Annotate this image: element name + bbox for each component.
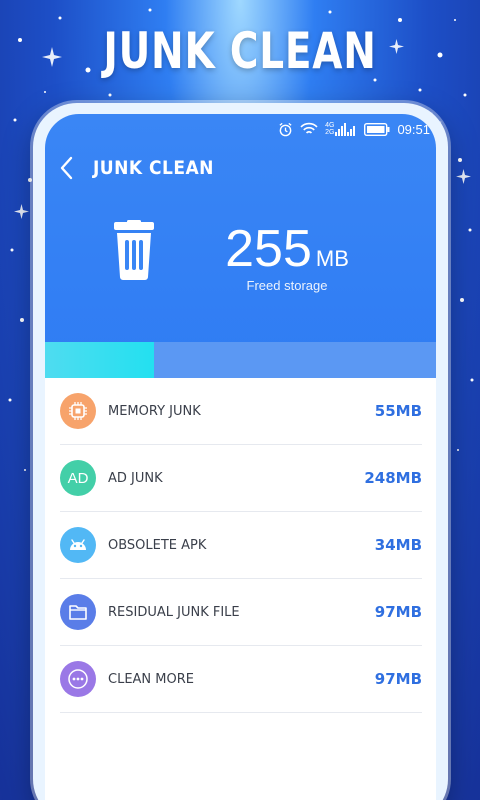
promo-title: JUNK CLEAN [103,22,377,80]
junk-item-label: OBSOLETE APK [108,537,207,553]
network-label-4g: 4G [325,122,335,129]
junk-item-size: 97MB [374,603,422,621]
more-icon-glyph [68,669,88,689]
chevron-left-icon [60,156,73,180]
junk-list: MEMORY JUNK 55MB AD AD JUNK 248MB OBSOLE… [60,378,422,713]
freed-storage-value: 255 MB [217,222,357,276]
junk-item-obsolete-apk[interactable]: OBSOLETE APK 34MB [60,512,422,579]
ad-icon-text: AD [67,469,89,487]
more-icon [60,661,96,697]
folder-icon-glyph [69,605,87,620]
android-icon-glyph [70,539,86,550]
chip-icon-glyph [69,402,87,420]
battery-icon [364,122,390,136]
freed-storage-label: Freed storage [246,278,328,293]
wifi-icon [300,122,318,134]
back-button[interactable] [59,154,81,182]
junk-item-size: 97MB [374,670,422,688]
junk-item-label: CLEAN MORE [108,671,194,687]
header-panel: 4G 2G 09:51 JUNK CLEAN 255 MB Freed stor… [45,114,436,378]
network-label-2g: 2G [325,129,335,136]
freed-amount: 255 [225,220,312,278]
junk-item-size: 34MB [374,536,422,554]
status-bar: 4G 2G 09:51 [278,120,430,138]
clean-progress-fill [45,342,155,378]
ad-icon: AD [60,460,96,496]
junk-item-label: RESIDUAL JUNK FILE [108,604,240,620]
trash-icon [114,220,154,280]
junk-item-label: AD JUNK [108,470,163,486]
junk-item-label: MEMORY JUNK [108,403,201,419]
clean-progress-bar [45,342,436,378]
cellular-signal: 4G 2G [325,122,357,136]
junk-item-memory-junk[interactable]: MEMORY JUNK 55MB [60,378,422,445]
alarm-icon [279,122,292,136]
signal-icon [335,123,356,136]
junk-item-size: 248MB [364,469,422,487]
junk-item-residual-junk-file[interactable]: RESIDUAL JUNK FILE 97MB [60,579,422,646]
android-icon [60,527,96,563]
junk-item-size: 55MB [374,402,422,420]
app-bar: JUNK CLEAN [59,154,227,182]
freed-unit: MB [315,246,349,271]
freed-storage-summary: 255 MB Freed storage [217,222,357,293]
chip-icon [60,393,96,429]
status-time: 09:51 [397,121,430,137]
page-title: JUNK CLEAN [93,157,214,179]
app-screen: 4G 2G 09:51 JUNK CLEAN 255 MB Freed stor… [45,114,436,800]
junk-item-clean-more[interactable]: CLEAN MORE 97MB [60,646,422,713]
folder-icon [60,594,96,630]
junk-item-ad-junk[interactable]: AD AD JUNK 248MB [60,445,422,512]
